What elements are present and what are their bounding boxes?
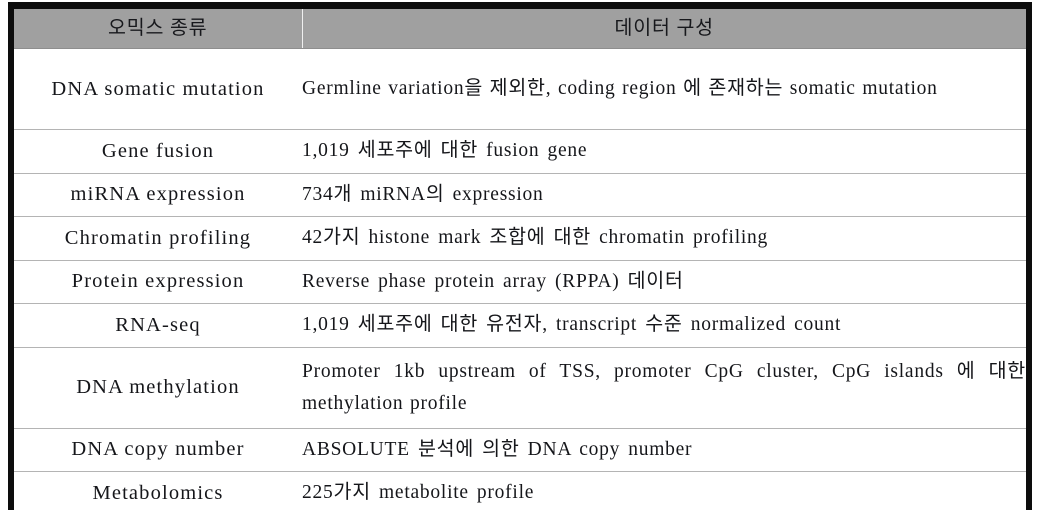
cell-omics-type: DNA copy number bbox=[14, 428, 302, 472]
column-header-data-composition: 데이터 구성 bbox=[302, 9, 1026, 49]
page-root: 오믹스 종류 데이터 구성 DNA somatic mutation Germl… bbox=[0, 0, 1044, 510]
cell-omics-type: Chromatin profiling bbox=[14, 216, 302, 261]
column-header-omics-type: 오믹스 종류 bbox=[14, 9, 303, 49]
table-row: DNA methylation Promoter 1kb upstream of… bbox=[14, 347, 1026, 429]
cell-data-composition: 734개 miRNA의 expression bbox=[302, 173, 1026, 217]
column-header-omics-type-label: 오믹스 종류 bbox=[108, 17, 208, 39]
cell-data-composition: 1,019 세포주에 대한 유전자, transcript 수준 normali… bbox=[302, 303, 1026, 348]
cell-data-composition-text: Reverse phase protein array (RPPA) 데이터 bbox=[302, 270, 684, 292]
table-row: DNA copy number ABSOLUTE 분석에 의한 DNA copy… bbox=[14, 428, 1026, 472]
table-row: DNA somatic mutation Germline variation을… bbox=[14, 48, 1026, 130]
table-header: 오믹스 종류 데이터 구성 bbox=[14, 9, 1026, 49]
cell-data-composition-text: 734개 miRNA의 expression bbox=[302, 183, 544, 205]
cell-data-composition-text: 225가지 metabolite profile bbox=[302, 482, 535, 504]
table-row: Gene fusion 1,019 세포주에 대한 fusion gene bbox=[14, 129, 1026, 174]
cell-data-composition-text: ABSOLUTE 분석에 의한 DNA copy number bbox=[302, 438, 693, 460]
table-row: Metabolomics 225가지 metabolite profile bbox=[14, 472, 1026, 510]
cell-data-composition: Promoter 1kb upstream of TSS, promoter C… bbox=[302, 347, 1026, 429]
cell-omics-type: Protein expression bbox=[14, 260, 302, 304]
cell-data-composition: 225가지 metabolite profile bbox=[302, 472, 1026, 510]
cell-data-composition-text: Promoter 1kb upstream of TSS, promoter C… bbox=[302, 360, 1026, 414]
table-row: miRNA expression 734개 miRNA의 expression bbox=[14, 173, 1026, 217]
table-row: Protein expression Reverse phase protein… bbox=[14, 260, 1026, 304]
cell-data-composition: Reverse phase protein array (RPPA) 데이터 bbox=[302, 260, 1026, 304]
cell-data-composition: ABSOLUTE 분석에 의한 DNA copy number bbox=[302, 428, 1026, 472]
omics-table: 오믹스 종류 데이터 구성 DNA somatic mutation Germl… bbox=[14, 9, 1026, 510]
cell-omics-type: miRNA expression bbox=[14, 173, 302, 217]
table-header-row: 오믹스 종류 데이터 구성 bbox=[14, 9, 1026, 49]
cell-omics-type: Metabolomics bbox=[92, 481, 224, 504]
table-row: Chromatin profiling 42가지 histone mark 조합… bbox=[14, 216, 1026, 261]
cell-omics-type: RNA-seq bbox=[14, 303, 302, 348]
cell-omics-type: DNA methylation bbox=[14, 347, 302, 429]
cell-omics-type: DNA somatic mutation bbox=[14, 48, 302, 130]
cell-data-composition: 42가지 histone mark 조합에 대한 chromatin profi… bbox=[302, 216, 1026, 261]
cell-omics-type: Gene fusion bbox=[14, 129, 302, 174]
omics-table-container: 오믹스 종류 데이터 구성 DNA somatic mutation Germl… bbox=[8, 2, 1032, 510]
cell-data-composition: Germline variation을 제외한, coding region 에… bbox=[302, 48, 1026, 130]
table-row: RNA-seq 1,019 세포주에 대한 유전자, transcript 수준… bbox=[14, 303, 1026, 348]
column-header-data-composition-label: 데이터 구성 bbox=[614, 17, 714, 39]
table-body: DNA somatic mutation Germline variation을… bbox=[14, 48, 1026, 510]
cell-data-composition-text: 42가지 histone mark 조합에 대한 chromatin profi… bbox=[302, 227, 769, 249]
cell-data-composition-text: 1,019 세포주에 대한 fusion gene bbox=[302, 140, 588, 162]
cell-data-composition: 1,019 세포주에 대한 fusion gene bbox=[302, 129, 1026, 174]
cell-data-composition-text: Germline variation을 제외한, coding region 에… bbox=[302, 78, 938, 100]
cell-data-composition-text: 1,019 세포주에 대한 유전자, transcript 수준 normali… bbox=[302, 314, 842, 336]
